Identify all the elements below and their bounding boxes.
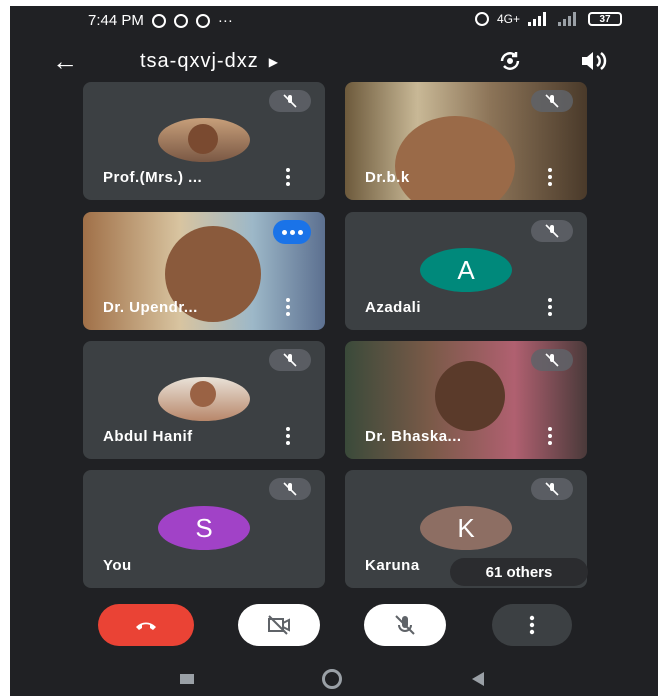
video-face [435, 361, 505, 431]
participant-avatar: K [420, 506, 512, 550]
avatar-face [188, 124, 218, 154]
more-vert-icon[interactable] [547, 168, 553, 186]
more-vert-icon[interactable] [285, 298, 291, 316]
status-dots: ··· [217, 12, 233, 29]
caret-right-icon: ▶ [268, 54, 279, 69]
network-label: 4G+ [496, 12, 520, 26]
mic-off-icon [269, 90, 311, 112]
avatar-face [190, 381, 216, 407]
participant-name: Prof.(Mrs.) ... [103, 169, 203, 186]
mic-off-icon [531, 349, 573, 371]
participant-tile[interactable]: Prof.(Mrs.) ... [83, 82, 325, 200]
meeting-title[interactable]: tsa-qxvj-dxz ▶ [140, 50, 279, 73]
chrome-icon-2 [195, 13, 210, 28]
participant-avatar: A [420, 248, 512, 292]
mic-off-icon [269, 478, 311, 500]
participant-tile[interactable]: Abdul Hanif [83, 341, 325, 459]
participant-name: Dr.b.k [365, 169, 410, 186]
alarm-icon [474, 12, 489, 26]
camera-off-button[interactable] [238, 604, 320, 646]
more-vert-icon[interactable] [547, 427, 553, 445]
mic-off-icon [531, 90, 573, 112]
more-options-button[interactable] [492, 604, 572, 646]
mic-off-icon [531, 478, 573, 500]
back-arrow-icon[interactable]: ← [52, 46, 78, 76]
participant-tile[interactable]: Dr.b.k [345, 82, 587, 200]
video-face [395, 116, 515, 200]
recents-icon[interactable] [180, 674, 194, 684]
participant-tile[interactable]: Dr. Upendr... [83, 212, 325, 330]
others-pill[interactable]: 61 others [450, 558, 588, 586]
camera-off-icon [268, 615, 290, 635]
status-right: 4G+ 37 [474, 12, 622, 26]
status-bar: 7:44 PM ··· 4G+ 37 [10, 6, 658, 36]
home-icon[interactable] [322, 669, 342, 689]
participant-name: Dr. Upendr... [103, 299, 198, 316]
participant-name: Dr. Bhaska... [365, 428, 462, 445]
participant-name: Karuna [365, 557, 420, 574]
more-vert-icon [529, 615, 535, 635]
participant-avatar [158, 118, 250, 162]
system-nav-bar [10, 662, 658, 696]
speaking-indicator-icon [273, 220, 311, 244]
participant-name: You [103, 557, 132, 574]
more-vert-icon[interactable] [285, 427, 291, 445]
participant-tile-you[interactable]: S You [83, 470, 325, 588]
end-call-icon [136, 622, 156, 630]
switch-camera-icon[interactable] [498, 49, 522, 73]
status-left: 7:44 PM ··· [88, 12, 233, 29]
end-call-button[interactable] [98, 604, 194, 646]
more-vert-icon[interactable] [547, 298, 553, 316]
mic-off-icon [395, 615, 415, 635]
participant-avatar [158, 377, 250, 421]
mic-off-icon [269, 349, 311, 371]
participant-tile[interactable]: A Azadali [345, 212, 587, 330]
participant-avatar: S [158, 506, 250, 550]
participant-name: Azadali [365, 299, 422, 316]
participant-name: Abdul Hanif [103, 428, 193, 445]
mic-off-button[interactable] [364, 604, 446, 646]
meeting-code: tsa-qxvj-dxz [140, 50, 259, 72]
back-icon[interactable] [472, 672, 484, 686]
chrome-icon [173, 13, 188, 28]
app-bar: ← tsa-qxvj-dxz ▶ [10, 42, 658, 82]
status-time: 7:44 PM [88, 12, 144, 29]
more-vert-icon[interactable] [285, 168, 291, 186]
signal-icon-2 [558, 12, 576, 26]
battery-icon: 37 [588, 12, 622, 26]
speaker-icon[interactable] [580, 49, 608, 73]
signal-icon [528, 12, 546, 26]
whatsapp-icon [151, 13, 166, 28]
phone-screen: 7:44 PM ··· 4G+ 37 ← tsa-qxvj-dxz ▶ Prof… [10, 6, 658, 696]
participant-tile[interactable]: Dr. Bhaska... [345, 341, 587, 459]
mic-off-icon [531, 220, 573, 242]
